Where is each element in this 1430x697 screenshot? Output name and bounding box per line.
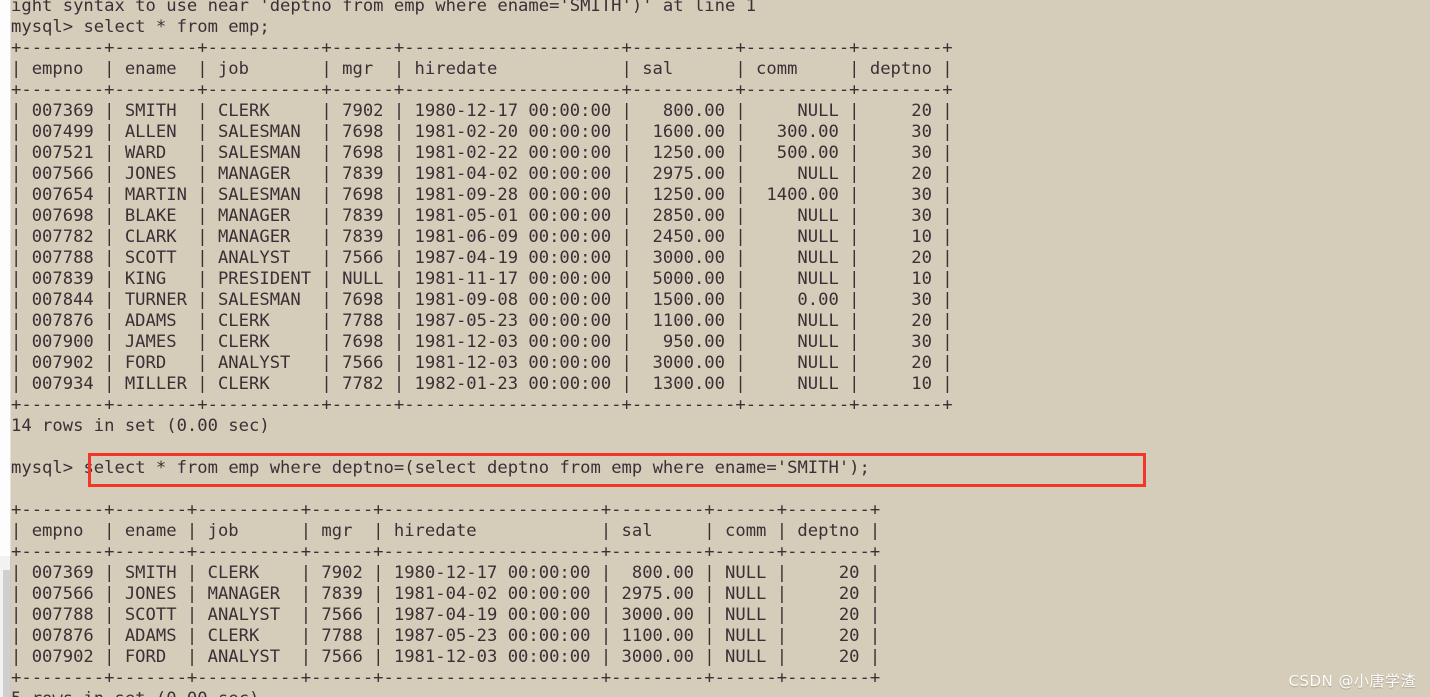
table-row: | 007566 | JONES | MANAGER | 7839 | 1981… [11,164,953,184]
table2-rule-top: +--------+-------+----------+------+----… [11,500,881,520]
console-text: ight syntax to use near 'deptno from emp… [11,0,1430,697]
table2-rule-mid: +--------+-------+----------+------+----… [11,542,881,562]
window-edge-upper [0,0,11,556]
table-row: | 007934 | MILLER | CLERK | 7782 | 1982-… [11,374,953,394]
table-row: | 007369 | SMITH | CLERK | 7902 | 1980-1… [11,101,953,121]
table-row: | 007876 | ADAMS | CLERK | 7788 | 1987-0… [11,311,953,331]
csdn-watermark: CSDN @小唐学渣 [1288,672,1416,690]
result-1-status: 14 rows in set (0.00 sec) [11,416,270,436]
table-row: | 007369 | SMITH | CLERK | 7902 | 1980-1… [11,563,881,583]
table2-header: | empno | ename | job | mgr | hiredate |… [11,521,881,541]
table-row: | 007844 | TURNER | SALESMAN | 7698 | 19… [11,290,953,310]
table-row: | 007654 | MARTIN | SALESMAN | 7698 | 19… [11,185,953,205]
scrollbar-thumb[interactable] [3,570,10,697]
table-row: | 007902 | FORD | ANALYST | 7566 | 1981-… [11,353,953,373]
error-tail-line: ight syntax to use near 'deptno from emp… [11,0,757,16]
table-row: | 007788 | SCOTT | ANALYST | 7566 | 1987… [11,605,881,625]
prompt-1: mysql> [11,17,74,37]
query-1: select * from emp; [73,17,270,37]
table-row: | 007698 | BLAKE | MANAGER | 7839 | 1981… [11,206,953,226]
table-row: | 007521 | WARD | SALESMAN | 7698 | 1981… [11,143,953,163]
table-row: | 007839 | KING | PRESIDENT | NULL | 198… [11,269,953,289]
terminal-window: ight syntax to use near 'deptno from emp… [0,0,1430,697]
table-row: | 007782 | CLARK | MANAGER | 7839 | 1981… [11,227,953,247]
table-row: | 007900 | JAMES | CLERK | 7698 | 1981-1… [11,332,953,352]
table-row: | 007566 | JONES | MANAGER | 7839 | 1981… [11,584,881,604]
query-2[interactable]: select * from emp where deptno=(select d… [83,458,869,478]
result-2-status: 5 rows in set (0.00 sec) [11,689,259,697]
table1-rule-bottom: +--------+--------+-----------+------+--… [11,395,953,415]
table1-rule-mid: +--------+--------+-----------+------+--… [11,80,953,100]
table1-header: | empno | ename | job | mgr | hiredate |… [11,59,953,79]
table-row: | 007499 | ALLEN | SALESMAN | 7698 | 198… [11,122,953,142]
table1-rule-top: +--------+--------+-----------+------+--… [11,38,953,58]
table2-rule-bottom: +--------+-------+----------+------+----… [11,668,881,688]
terminal-output-area[interactable]: ight syntax to use near 'deptno from emp… [11,0,1430,697]
prompt-2: mysql> [11,458,74,478]
window-left-edge [0,0,11,697]
command-line-2[interactable]: mysql> select * from emp where deptno=(s… [11,458,1430,479]
table-row: | 007876 | ADAMS | CLERK | 7788 | 1987-0… [11,626,881,646]
table-row: | 007902 | FORD | ANALYST | 7566 | 1981-… [11,647,881,667]
table-row: | 007788 | SCOTT | ANALYST | 7566 | 1987… [11,248,953,268]
